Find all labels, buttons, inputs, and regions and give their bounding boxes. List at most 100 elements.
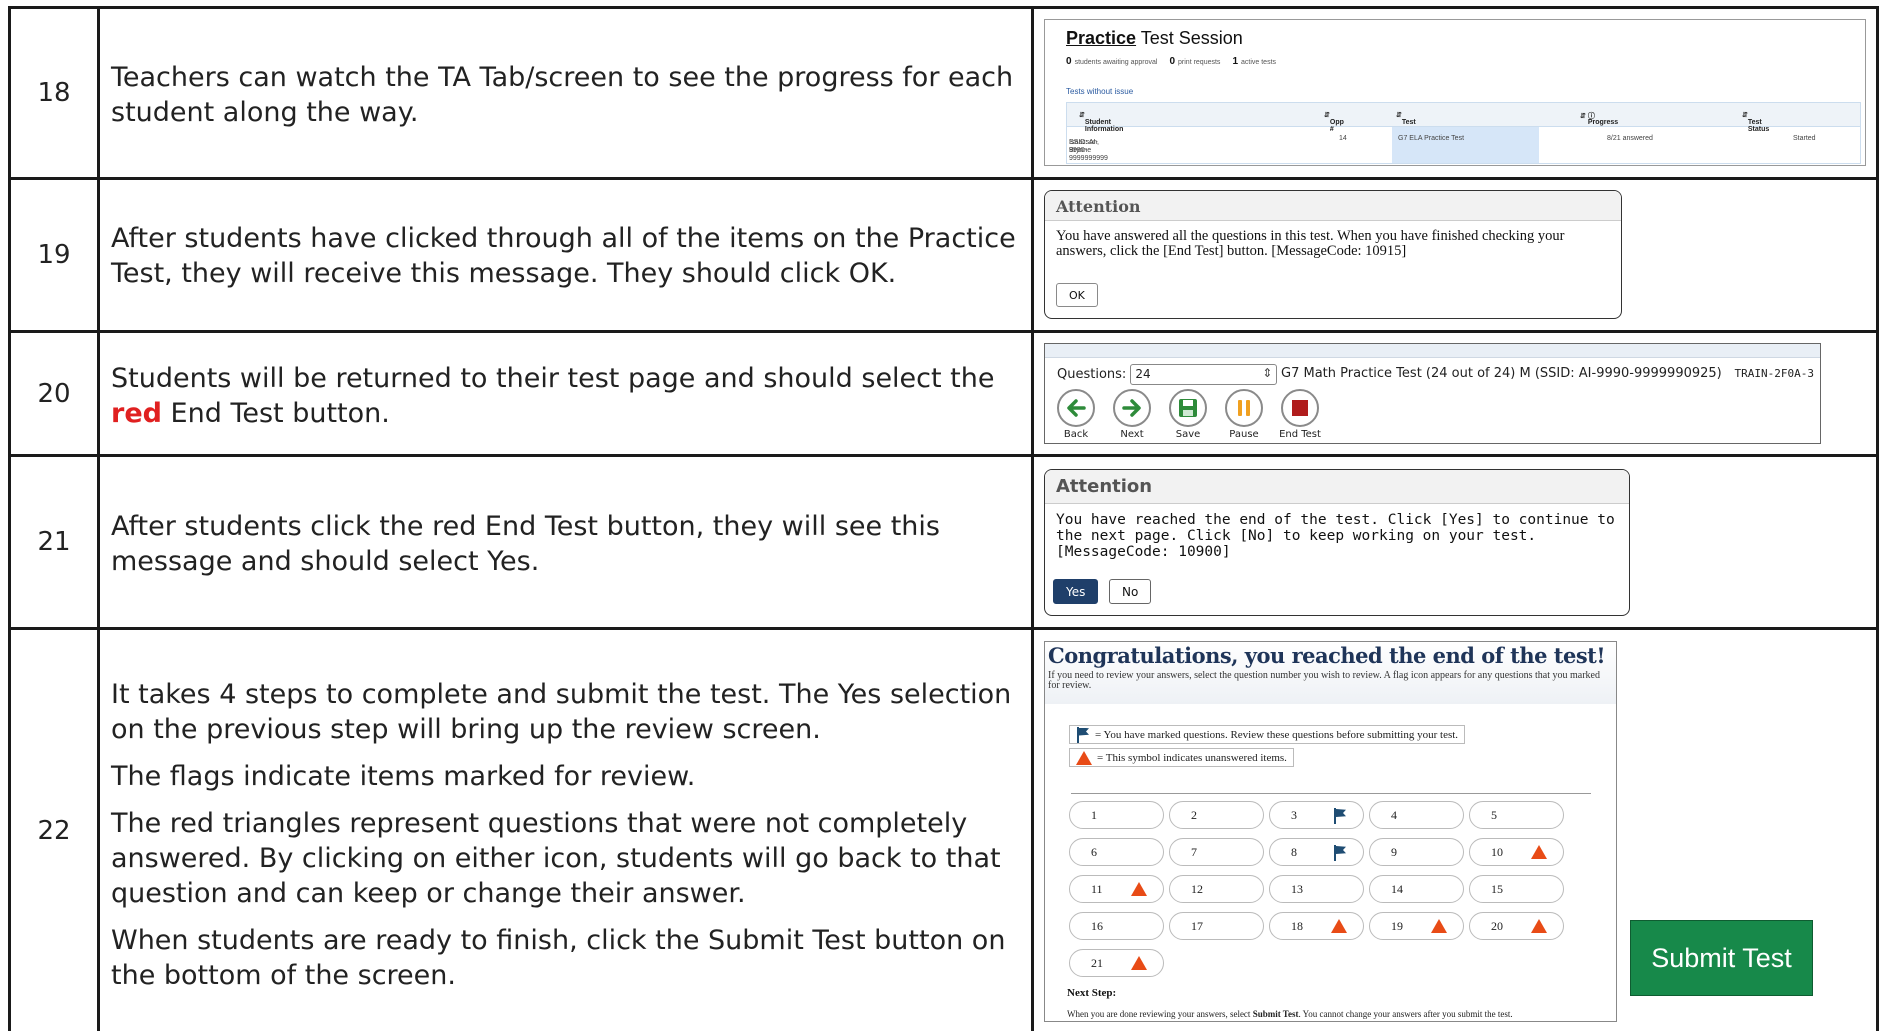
warning-triangle-icon[interactable] xyxy=(1531,919,1547,933)
row-number: 21 xyxy=(37,527,71,557)
question-number: 17 xyxy=(1191,919,1203,933)
question-button[interactable]: 3 xyxy=(1269,801,1364,829)
dialog-title: Attention xyxy=(1045,191,1621,221)
row-number: 22 xyxy=(37,815,71,846)
question-button[interactable]: 15 xyxy=(1469,875,1564,903)
warning-triangle-icon xyxy=(1076,750,1092,765)
legend-triangle: = This symbol indicates unanswered items… xyxy=(1069,748,1294,767)
ta-screen-screenshot: Practice Test Session 0 students awaiting… xyxy=(1044,19,1866,166)
questions-select[interactable]: 24 xyxy=(1130,364,1278,385)
next-button[interactable]: Next xyxy=(1111,389,1153,440)
row-border xyxy=(8,627,1879,630)
back-button[interactable]: Back xyxy=(1055,389,1097,440)
question-number: 2 xyxy=(1191,808,1197,822)
question-button[interactable]: 21 xyxy=(1069,949,1164,977)
table-header: ⇵ Student Information ⇵ Opp # ⇵ Test ⇵ P… xyxy=(1067,103,1860,133)
question-button[interactable]: 16 xyxy=(1069,912,1164,940)
warning-triangle-icon[interactable] xyxy=(1131,882,1147,896)
question-number: 11 xyxy=(1091,882,1103,896)
row-description: After students click the red End Test bu… xyxy=(111,511,940,577)
yes-button[interactable]: Yes xyxy=(1053,579,1099,604)
question-number: 14 xyxy=(1391,882,1403,896)
question-button[interactable]: 4 xyxy=(1369,801,1464,829)
stop-icon xyxy=(1292,400,1308,416)
row-border xyxy=(8,177,1879,180)
question-button[interactable]: 8 xyxy=(1269,838,1364,866)
row-number: 19 xyxy=(37,240,71,270)
next-step-label: Next Step: xyxy=(1067,987,1117,999)
next-step-text: When you are done reviewing your answers… xyxy=(1067,1009,1513,1019)
save-icon xyxy=(1179,399,1197,417)
arrow-left-icon xyxy=(1067,399,1086,417)
status-value: Started xyxy=(1793,135,1816,142)
row-number: 20 xyxy=(37,378,71,409)
opp-number: 14 xyxy=(1339,135,1347,142)
question-button[interactable]: 19 xyxy=(1369,912,1464,940)
question-number: 3 xyxy=(1291,808,1297,822)
question-number: 7 xyxy=(1191,845,1197,859)
warning-triangle-icon[interactable] xyxy=(1331,919,1347,933)
row-description: Teachers can watch the TA Tab/screen to … xyxy=(111,62,1014,128)
attention-dialog-end-test: Attention You have answered all the ques… xyxy=(1044,190,1622,319)
question-button[interactable]: 6 xyxy=(1069,838,1164,866)
warning-triangle-icon[interactable] xyxy=(1131,956,1147,970)
flag-icon xyxy=(1076,726,1090,743)
warning-triangle-icon[interactable] xyxy=(1531,845,1547,859)
row-border-top xyxy=(8,6,1879,9)
flag-icon[interactable] xyxy=(1333,808,1347,824)
question-number: 9 xyxy=(1391,845,1397,859)
divider xyxy=(1071,793,1591,794)
review-intro: If you need to review your answers, sele… xyxy=(1048,670,1600,691)
question-button[interactable]: 5 xyxy=(1469,801,1564,829)
question-number: 10 xyxy=(1491,845,1503,859)
row-description: After students have clicked through all … xyxy=(111,223,1016,289)
question-button[interactable]: 9 xyxy=(1369,838,1464,866)
question-number: 15 xyxy=(1491,882,1503,896)
row-description: It takes 4 steps to complete and submit … xyxy=(111,679,1012,991)
question-button[interactable]: 17 xyxy=(1169,912,1264,940)
pause-button[interactable]: Pause xyxy=(1223,389,1265,440)
dialog-title: Attention xyxy=(1045,470,1629,504)
ok-button[interactable]: OK xyxy=(1056,283,1098,307)
row-number: 18 xyxy=(37,78,71,108)
count-print: 0 print requests xyxy=(1169,56,1221,67)
question-number: 16 xyxy=(1091,919,1103,933)
question-button[interactable]: 2 xyxy=(1169,801,1264,829)
test-name: G7 ELA Practice Test xyxy=(1398,135,1465,142)
save-button[interactable]: Save xyxy=(1167,389,1209,440)
question-button[interactable]: 11 xyxy=(1069,875,1164,903)
flag-icon[interactable] xyxy=(1333,845,1347,861)
question-button[interactable]: 18 xyxy=(1269,912,1364,940)
col-test[interactable]: ⇵ Test xyxy=(1396,111,1416,126)
table-row[interactable]: Isaacson, Brynne SSID: AI-9990-9999999999… xyxy=(1067,127,1860,163)
ta-counts: 0 students awaiting approval 0 print reque… xyxy=(1066,56,1846,67)
question-button[interactable]: 10 xyxy=(1469,838,1564,866)
col-opp[interactable]: ⇵ Opp # xyxy=(1324,111,1344,133)
test-toolbar-screenshot: Questions: 24 G7 Math Practice Test (24 … xyxy=(1044,343,1821,444)
review-title: Congratulations, you reached the end of … xyxy=(1048,643,1606,668)
question-number: 12 xyxy=(1191,882,1203,896)
question-number: 1 xyxy=(1091,808,1097,822)
col-border xyxy=(97,8,100,1031)
submit-test-button[interactable]: Submit Test xyxy=(1630,920,1813,996)
question-number: 6 xyxy=(1091,845,1097,859)
no-button[interactable]: No xyxy=(1109,579,1152,604)
count-approval: 0 students awaiting approval xyxy=(1066,56,1158,67)
col-student-info[interactable]: ⇵ Student Information xyxy=(1079,111,1123,133)
col-test-status[interactable]: ⇵ Test Status xyxy=(1742,111,1769,133)
question-number: 21 xyxy=(1091,956,1103,970)
col-progress[interactable]: ⇵ Progress ⓘ xyxy=(1580,111,1618,126)
question-button[interactable]: 12 xyxy=(1169,875,1264,903)
warning-triangle-icon[interactable] xyxy=(1431,919,1447,933)
end-test-button[interactable]: End Test xyxy=(1279,389,1321,440)
question-button[interactable]: 1 xyxy=(1069,801,1164,829)
question-button[interactable]: 13 xyxy=(1269,875,1364,903)
question-button[interactable]: 20 xyxy=(1469,912,1564,940)
arrow-right-icon xyxy=(1122,399,1141,417)
question-number: 4 xyxy=(1391,808,1397,822)
question-button[interactable]: 14 xyxy=(1369,875,1464,903)
question-number: 13 xyxy=(1291,882,1303,896)
question-button[interactable]: 7 xyxy=(1169,838,1264,866)
dialog-message: You have answered all the questions in t… xyxy=(1056,228,1565,259)
red-emphasis: red xyxy=(111,398,162,429)
